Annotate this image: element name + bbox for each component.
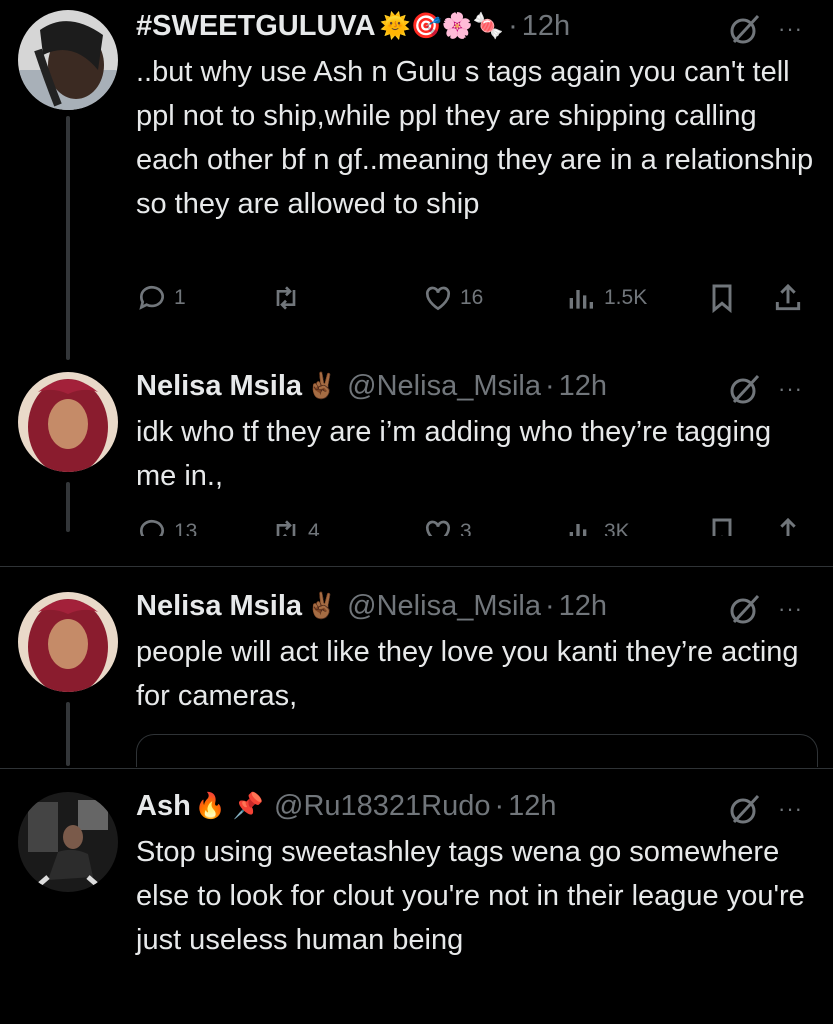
reply-button[interactable]: 13 [136, 516, 197, 536]
tweet-3[interactable]: Nelisa Msila ✌🏾 @Nelisa_Msila · 12h ··· … [0, 580, 833, 767]
timestamp[interactable]: 12h [559, 370, 607, 403]
timestamp[interactable]: 12h [508, 790, 556, 823]
avatar[interactable] [18, 592, 118, 692]
like-count: 16 [460, 286, 484, 309]
more-icon[interactable]: ··· [778, 376, 803, 402]
tweet-header: Ash 🔥 📌 @Ru18321Rudo · 12h [136, 786, 557, 826]
handle[interactable]: @Nelisa_Msila [347, 370, 541, 403]
tweet-header: Nelisa Msila ✌🏾 @Nelisa_Msila · 12h [136, 586, 607, 626]
display-name[interactable]: Nelisa Msila [136, 590, 302, 623]
bookmark-icon [712, 518, 732, 536]
retweet-button[interactable]: 4 [270, 516, 320, 536]
grok-icon[interactable] [728, 592, 762, 626]
tweet-header: #SWEETGULUVA 🌞🎯🌸🍬 · 12h [136, 6, 570, 46]
action-bar: 13 4 3 3K [136, 512, 816, 536]
tweet-text: Stop using sweetashley tags wena go some… [136, 836, 805, 956]
handle[interactable]: @Ru18321Rudo [274, 790, 490, 823]
separator: · [494, 789, 505, 822]
tweet-header: Nelisa Msila ✌🏾 @Nelisa_Msila · 12h [136, 366, 607, 406]
grok-icon[interactable] [728, 792, 762, 826]
tweet-text: people will act like they love you kanti… [136, 636, 799, 712]
reply-count: 13 [174, 520, 198, 536]
retweet-count: 4 [308, 520, 320, 536]
thread-line [66, 702, 70, 766]
views-icon [569, 290, 593, 309]
action-bar: 1 16 1.5K [136, 282, 816, 322]
more-icon[interactable]: ··· [778, 596, 803, 622]
tweet-text: ..but why use Ash n Gulu s tags again yo… [136, 56, 814, 220]
reply-icon [139, 285, 164, 310]
separator: · [545, 589, 555, 622]
name-emojis: ✌🏾 [306, 591, 338, 620]
tweet-text: idk who tf they are i’m adding who they’… [136, 416, 772, 492]
retweet-icon [276, 286, 296, 310]
retweet-icon [276, 520, 296, 536]
bookmark-button[interactable] [706, 516, 744, 536]
share-button[interactable] [772, 282, 810, 314]
reply-button[interactable]: 1 [136, 282, 186, 314]
avatar[interactable] [18, 10, 118, 110]
more-icon[interactable]: ··· [778, 796, 803, 822]
display-name[interactable]: #SWEETGULUVA [136, 10, 376, 43]
name-emojis: ✌🏾 [306, 371, 338, 400]
display-name[interactable]: Ash [136, 790, 191, 823]
display-name[interactable]: Nelisa Msila [136, 370, 302, 403]
timestamp[interactable]: 12h [522, 10, 570, 43]
grok-icon[interactable] [728, 12, 762, 46]
like-button[interactable]: 3 [422, 516, 472, 536]
like-icon [425, 286, 451, 311]
separator: · [545, 369, 555, 402]
quoted-tweet-card[interactable] [136, 734, 818, 767]
name-emojis: 🌞🎯🌸🍬 [379, 11, 505, 40]
reply-count: 1 [174, 286, 186, 309]
views-button[interactable]: 1.5K [566, 282, 647, 314]
like-icon [425, 520, 451, 536]
divider [0, 566, 833, 567]
bookmark-icon [712, 284, 732, 314]
more-icon[interactable]: ··· [778, 16, 803, 42]
views-count: 1.5K [604, 286, 648, 309]
bookmark-button[interactable] [706, 282, 744, 314]
views-icon [569, 524, 593, 536]
tweet-4[interactable]: Ash 🔥 📌 @Ru18321Rudo · 12h ··· Stop usin… [0, 780, 833, 1024]
avatar[interactable] [18, 372, 118, 472]
divider [0, 768, 833, 769]
like-count: 3 [460, 520, 472, 536]
thread-line [66, 116, 70, 360]
tweet-1[interactable]: #SWEETGULUVA 🌞🎯🌸🍬 · 12h ··· ..but why us… [0, 0, 833, 360]
share-button[interactable] [772, 516, 810, 536]
avatar[interactable] [18, 792, 118, 892]
like-button[interactable]: 16 [422, 282, 483, 314]
tweet-2[interactable]: Nelisa Msila ✌🏾 @Nelisa_Msila · 12h ··· … [0, 360, 833, 560]
thread-line [66, 482, 70, 532]
grok-icon[interactable] [728, 372, 762, 406]
timestamp[interactable]: 12h [559, 590, 607, 623]
share-icon [775, 517, 801, 536]
name-emojis: 🔥 📌 [194, 791, 264, 820]
retweet-button[interactable] [270, 282, 308, 314]
reply-icon [139, 519, 164, 536]
views-button[interactable]: 3K [566, 516, 630, 536]
handle[interactable]: @Nelisa_Msila [347, 590, 541, 623]
separator: · [508, 9, 518, 42]
views-count: 3K [604, 520, 630, 536]
share-icon [775, 283, 801, 311]
